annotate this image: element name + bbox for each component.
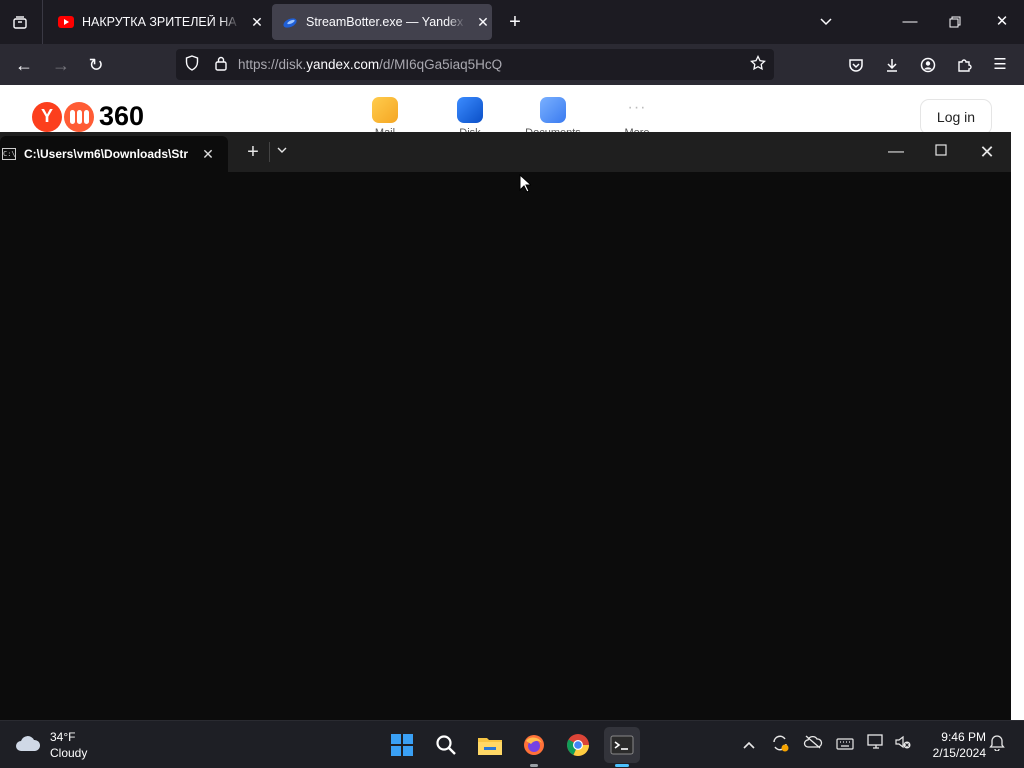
- shield-icon[interactable]: [176, 55, 208, 74]
- extensions-icon[interactable]: [946, 47, 982, 83]
- search-button[interactable]: [428, 727, 464, 763]
- mail-icon: [372, 97, 398, 123]
- terminal-title-bar[interactable]: C:\ C:\Users\vm6\Downloads\StreamBotter.…: [0, 132, 1011, 172]
- terminal-tab-title: C:\Users\vm6\Downloads\StreamBotter.exe: [24, 147, 188, 161]
- tab-title: НАКРУТКА ЗРИТЕЛЕЙ НА СТРИМ: [82, 15, 240, 29]
- active-indicator: [615, 764, 629, 767]
- windows-icon: [391, 734, 413, 756]
- onedrive-offline-icon[interactable]: [801, 733, 825, 757]
- menu-icon[interactable]: ☰: [982, 47, 1018, 83]
- maximize-icon[interactable]: [918, 132, 964, 172]
- volume-muted-icon[interactable]: [891, 733, 915, 757]
- restore-icon[interactable]: [935, 4, 975, 40]
- youtube-icon: [58, 16, 74, 28]
- terminal-tab[interactable]: C:\ C:\Users\vm6\Downloads\StreamBotter.…: [0, 136, 228, 172]
- new-tab-icon[interactable]: +: [497, 4, 533, 40]
- reload-icon[interactable]: ↻: [78, 47, 114, 83]
- sync-icon[interactable]: [768, 733, 792, 757]
- search-icon: [436, 735, 456, 755]
- documents-icon: [540, 97, 566, 123]
- chevron-down-icon[interactable]: [259, 132, 305, 172]
- firefox-icon: [524, 735, 544, 755]
- taskbar: 34°F Cloudy 9:46 PM 2/15/2024: [0, 720, 1024, 768]
- cloud-icon: [14, 733, 42, 758]
- close-window-icon[interactable]: ✕: [982, 4, 1022, 40]
- firefox-button[interactable]: [516, 727, 552, 767]
- clock[interactable]: 9:46 PM 2/15/2024: [922, 729, 986, 761]
- url-domain: yandex.com: [306, 57, 380, 72]
- url-bar[interactable]: https://disk.yandex.com/d/MI6qGa5iaq5HcQ: [176, 49, 774, 80]
- terminal-window[interactable]: C:\ C:\Users\vm6\Downloads\StreamBotter.…: [0, 132, 1011, 720]
- account-icon[interactable]: [910, 47, 946, 83]
- weather-widget[interactable]: 34°F Cloudy: [14, 729, 87, 761]
- tab-close-icon[interactable]: ✕: [248, 14, 266, 31]
- weather-condition: Cloudy: [50, 746, 88, 760]
- bookmark-star-icon[interactable]: [742, 54, 774, 74]
- browser-tab-bar: НАКРУТКА ЗРИТЕЛЕЙ НА СТРИМ ✕ StreamBotte…: [0, 0, 1024, 44]
- login-button[interactable]: Log in: [921, 100, 991, 134]
- more-icon: ···: [627, 99, 647, 116]
- chrome-button[interactable]: [560, 727, 596, 763]
- network-icon[interactable]: [864, 733, 888, 757]
- download-icon[interactable]: [874, 47, 910, 83]
- mouse-cursor-icon: [519, 173, 533, 198]
- logo-text: 360: [99, 101, 145, 131]
- tab-title: StreamBotter.exe — Yandex Disk: [306, 15, 466, 29]
- weather-temp: 34°F: [50, 730, 76, 744]
- url-prefix: https://disk.: [238, 57, 307, 72]
- yandex-disk-icon: [282, 14, 298, 30]
- notification-bell-icon[interactable]: [985, 733, 1009, 757]
- yandex-360-logo[interactable]: Y 360: [32, 101, 144, 132]
- file-explorer-button[interactable]: [472, 727, 508, 763]
- tab-yandex-disk[interactable]: StreamBotter.exe — Yandex Disk ✕: [272, 4, 492, 40]
- tab-youtube[interactable]: НАКРУТКА ЗРИТЕЛЕЙ НА СТРИМ ✕: [48, 4, 266, 40]
- running-indicator: [530, 764, 538, 767]
- tab-close-icon[interactable]: ✕: [474, 14, 492, 31]
- terminal-icon: [610, 735, 634, 755]
- lock-icon[interactable]: [208, 56, 234, 74]
- folder-icon: [478, 738, 502, 755]
- close-icon[interactable]: ✕: [964, 132, 1010, 172]
- terminal-button[interactable]: [604, 727, 640, 767]
- start-button[interactable]: [384, 727, 420, 763]
- keyboard-icon[interactable]: [833, 733, 857, 757]
- clock-date: 2/15/2024: [932, 746, 986, 760]
- cmd-icon: C:\: [2, 148, 16, 160]
- tab-close-icon[interactable]: ✕: [196, 146, 220, 163]
- show-hidden-icons-chevron-icon[interactable]: [737, 733, 761, 757]
- back-icon[interactable]: ←: [6, 47, 42, 83]
- url-text: https://disk.yandex.com/d/MI6qGa5iaq5HcQ: [238, 57, 502, 72]
- pocket-icon[interactable]: [838, 47, 874, 83]
- clock-time: 9:46 PM: [941, 730, 986, 744]
- yandex-360-rings-icon: [64, 101, 94, 132]
- url-path: /d/MI6qGa5iaq5HcQ: [379, 57, 503, 72]
- forward-icon[interactable]: →: [43, 47, 79, 83]
- yandex-y-icon: Y: [32, 101, 62, 132]
- minimize-icon[interactable]: —: [890, 4, 930, 40]
- chevron-down-icon[interactable]: [808, 4, 844, 40]
- disk-icon: [457, 97, 483, 123]
- chrome-icon: [567, 734, 589, 756]
- tab-list-icon[interactable]: [2, 4, 38, 40]
- terminal-output-area[interactable]: [0, 172, 1011, 720]
- minimize-icon[interactable]: —: [873, 132, 919, 172]
